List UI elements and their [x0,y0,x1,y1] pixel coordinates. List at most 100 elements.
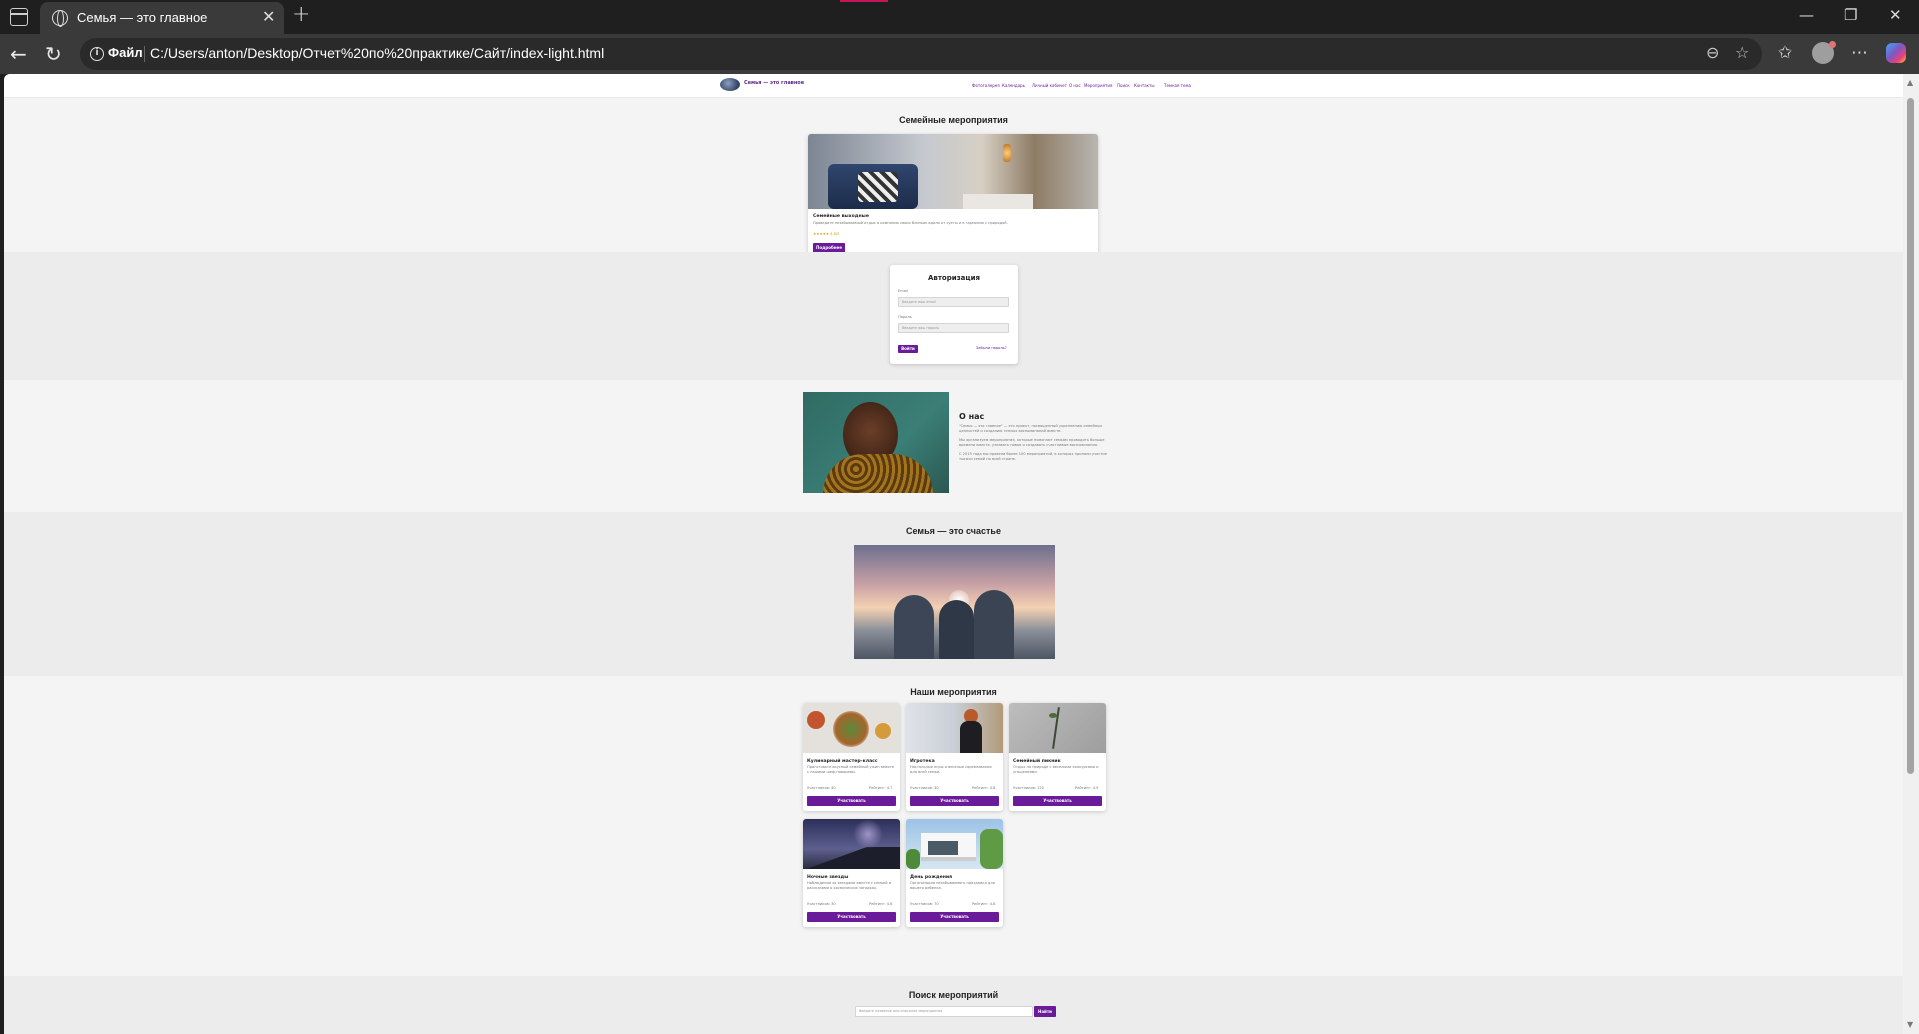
event-card-title: День рождения [910,875,953,880]
restore-icon[interactable]: ❐ [1844,6,1857,24]
scroll-down-icon[interactable]: ▼ [1907,1020,1913,1029]
nav-link-account[interactable]: Личный кабинет [1032,83,1067,88]
event-card: Кулинарный мастер-класс Приготовьте вкус… [803,703,900,811]
password-label: Пароль [898,315,912,319]
slider-card: Семейные выходные Проведите незабываемый… [808,134,1098,259]
email-label: Email [898,289,908,293]
nav-link-events[interactable]: Мероприятия [1084,83,1112,88]
address-chip[interactable]: Файл [108,45,143,60]
back-icon[interactable]: ← [10,42,27,66]
browser-toolbar: ← ↻ i Файл C:/Users/anton/Desktop/Отчет%… [0,34,1919,74]
event-card: Семейный пикник Отдых на природе с весел… [1009,703,1106,811]
page-scrollbar[interactable]: ▲ ▼ [1903,74,1919,1034]
events-slider-section: Семейные мероприятия Семейные выходные П… [4,98,1903,267]
event-card-title: Семейный пикник [1013,759,1061,764]
close-tab-icon[interactable]: ✕ [262,7,275,26]
zoom-icon[interactable]: ⊖ [1706,43,1719,62]
new-tab-icon[interactable]: + [292,2,310,27]
address-separator [144,46,145,62]
event-card-rating: Рейтинг: 4.8 [972,902,996,906]
event-card-title: Игротека [910,759,935,764]
event-card-description: Приготовьте вкусный семейный ужин вместе… [807,765,895,774]
about-paragraph-1: "Семья — это главное" — это проект, посв… [959,424,1103,433]
logo-text[interactable]: Семья — это главное [744,80,804,86]
tab-actions-icon[interactable] [10,8,28,26]
event-card-participants: Участников: 70 [910,902,939,906]
password-field[interactable]: Введите ваш пароль [898,323,1009,333]
favorite-star-icon[interactable]: ☆ [1735,43,1749,62]
minimize-icon[interactable]: — [1799,6,1814,24]
browser-titlebar: Семья — это главное ✕ + — ❐ ✕ [0,0,1919,34]
birthday-photo [906,819,1003,869]
bedroom-photo [808,134,1098,209]
stars-photo [803,819,900,869]
slider-card-description: Проведите незабываемый отдых в компании … [813,221,1008,225]
game-room-photo [906,703,1003,753]
nav-link-calendar[interactable]: Календарь [1002,83,1025,88]
auth-card: Авторизация Email Введите ваш email Паро… [890,265,1018,364]
address-bar[interactable]: i Файл C:/Users/anton/Desktop/Отчет%20по… [80,38,1762,70]
event-card-title: Кулинарный мастер-класс [807,759,878,764]
more-menu-icon[interactable]: ⋯ [1851,43,1868,63]
event-card-participants: Участников: 40 [807,786,836,790]
browser-tab[interactable]: Семья — это главное ✕ [40,2,284,34]
events-slider-title: Семейные мероприятия [899,115,1008,125]
participate-button[interactable]: Участвовать [807,912,896,922]
auth-title: Авторизация [927,274,980,282]
profile-avatar-icon[interactable] [1812,41,1836,64]
event-card-participants: Участников: 120 [1013,786,1044,790]
about-paragraph-3: С 2015 года мы провели более 100 меропри… [959,452,1107,461]
cooking-photo [803,703,900,753]
participate-button[interactable]: Участвовать [807,796,896,806]
about-title: О нас [959,412,985,421]
participate-button[interactable]: Участвовать [910,796,999,806]
participate-button[interactable]: Участвовать [910,912,999,922]
search-section: Поиск мероприятий Введите название или о… [4,976,1903,1034]
happiness-title: Семья — это счастье [906,526,1001,536]
email-placeholder: Введите ваш email [902,300,936,304]
theme-toggle[interactable]: Темная тема [1164,83,1191,88]
happiness-photo [854,545,1055,659]
slider-card-rating: ★★★★★ 4.8/5 [813,232,840,236]
search-title: Поиск мероприятий [908,990,999,1000]
auth-section: Авторизация Email Введите ваш email Паро… [4,252,1903,380]
event-card-description: Организация незабываемого праздника для … [910,881,995,890]
forgot-password-link[interactable]: Забыли пароль? [976,346,1007,351]
copilot-icon[interactable] [1886,43,1906,63]
event-card-rating: Рейтинг: 4.7 [869,786,893,790]
participate-button[interactable]: Участвовать [1013,796,1102,806]
event-card-description: Отдых на природе с веселыми конкурсами и… [1013,765,1099,774]
scroll-thumb[interactable] [1907,98,1914,774]
event-card: Ночные звезды Наблюдение за звездами вме… [803,819,900,927]
login-button[interactable]: Войти [898,345,918,353]
nav-link-about[interactable]: О нас [1069,83,1081,88]
event-card-rating: Рейтинг: 4.9 [1075,786,1099,790]
reload-icon[interactable]: ↻ [45,42,62,66]
scroll-up-icon[interactable]: ▲ [1907,78,1913,87]
slider-card-title: Семейные выходные [813,214,869,219]
search-button[interactable]: Найти [1034,1006,1056,1017]
nav-link-search[interactable]: Поиск [1117,83,1130,88]
info-icon[interactable]: i [90,47,104,61]
event-card-title: Ночные звезды [807,875,849,880]
nav-link-gallery[interactable]: Фотогалерея [972,83,1000,88]
globe-icon [52,10,68,27]
our-events-section: Наши мероприятия Кулинарный мастер-класс… [4,676,1903,927]
email-field[interactable]: Введите ваш email [898,297,1009,307]
url-text[interactable]: C:/Users/anton/Desktop/Отчет%20по%20прак… [150,45,604,61]
search-input[interactable]: Введите название или описание мероприяти… [855,1006,1033,1017]
about-paragraph-2: Мы организуем мероприятия, которые помог… [959,438,1105,447]
event-card-description: Настольные игры и веселые соревнования д… [910,765,992,774]
logo-image[interactable] [720,78,740,91]
picnic-photo [1009,703,1106,753]
favorites-icon[interactable]: ✩ [1778,43,1792,63]
page-viewport: Семья — это главное Фотогалерея Календар… [4,74,1903,1034]
event-card-rating: Рейтинг: 4.6 [869,902,893,906]
tab-title: Семья — это главное [77,10,208,25]
event-card-rating: Рейтинг: 4.8 [972,786,996,790]
close-window-icon[interactable]: ✕ [1889,6,1902,24]
nav-link-contacts[interactable]: Контакты [1134,83,1155,88]
event-card-participants: Участников: 30 [807,902,836,906]
happiness-section: Семья — это счастье [4,512,1903,676]
password-placeholder: Введите ваш пароль [902,326,940,330]
